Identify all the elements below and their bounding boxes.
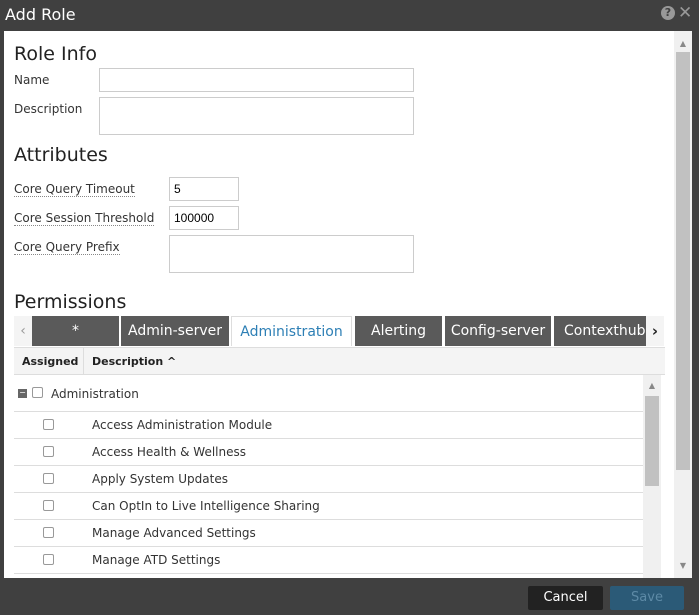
attributes-heading: Attributes <box>14 144 108 166</box>
permissions-table-header: Assigned Description ^ <box>14 347 665 375</box>
scroll-up-icon[interactable]: ▲ <box>643 381 661 390</box>
row-checkbox[interactable] <box>43 500 54 511</box>
tab-contexthub[interactable]: Contexthub- <box>554 316 646 346</box>
row-checkbox[interactable] <box>43 527 54 538</box>
row-checkbox[interactable] <box>43 419 54 430</box>
scroll-down-icon[interactable]: ▼ <box>674 561 692 570</box>
core-session-threshold-label: Core Session Threshold <box>14 211 155 226</box>
row-checkbox[interactable] <box>43 446 54 457</box>
table-row: Can OptIn to Live Intelligence Sharing <box>14 493 643 520</box>
core-session-threshold-input[interactable] <box>169 206 239 230</box>
core-query-timeout-label: Core Query Timeout <box>14 182 135 197</box>
row-label: Can OptIn to Live Intelligence Sharing <box>92 499 320 513</box>
row-label: Manage Advanced Settings <box>92 526 256 540</box>
table-row: Apply System Updates <box>14 466 643 493</box>
table-row: Access Health & Wellness <box>14 439 643 466</box>
group-row: − Administration <box>14 375 643 412</box>
table-row: Access Administration Module <box>14 412 643 439</box>
row-checkbox[interactable] <box>43 554 54 565</box>
description-label: Description <box>14 102 83 116</box>
group-label: Administration <box>51 387 139 401</box>
tab-admin-server[interactable]: Admin-server <box>121 316 229 346</box>
group-checkbox[interactable] <box>32 387 43 398</box>
table-row: Manage Advanced Settings <box>14 520 643 547</box>
save-button[interactable]: Save <box>610 586 684 610</box>
column-assigned[interactable]: Assigned <box>14 348 84 374</box>
core-query-prefix-label: Core Query Prefix <box>14 240 120 255</box>
dialog-scroll-thumb[interactable] <box>676 52 690 470</box>
row-label: Access Administration Module <box>92 418 273 432</box>
collapse-icon[interactable]: − <box>18 389 27 398</box>
dialog-content: Role Info Name Description Attributes Co… <box>4 31 674 578</box>
row-label: Manage ATD Settings <box>92 553 221 567</box>
dialog-title: Add Role <box>5 5 76 24</box>
row-label: Access Health & Wellness <box>92 445 246 459</box>
tab-scroll-right-icon[interactable]: › <box>646 316 664 346</box>
permissions-heading: Permissions <box>14 291 127 313</box>
tab-scroll-left-icon[interactable]: ‹ <box>14 316 32 346</box>
help-icon[interactable]: ? <box>661 6 675 20</box>
row-checkbox[interactable] <box>43 473 54 484</box>
column-description[interactable]: Description ^ <box>92 355 176 368</box>
scroll-up-icon[interactable]: ▲ <box>674 39 692 48</box>
core-query-timeout-input[interactable] <box>169 177 239 201</box>
name-label: Name <box>14 73 50 87</box>
tab-config-server[interactable]: Config-server <box>445 316 551 346</box>
description-input[interactable] <box>99 97 414 135</box>
table-scroll-thumb[interactable] <box>645 396 659 486</box>
role-info-heading: Role Info <box>14 43 97 65</box>
cancel-button[interactable]: Cancel <box>528 586 603 610</box>
tab-star[interactable]: * <box>32 316 119 346</box>
tab-administration[interactable]: Administration <box>231 316 352 346</box>
core-query-prefix-input[interactable] <box>169 235 414 273</box>
row-label: Apply System Updates <box>92 472 228 486</box>
table-row: Manage ATD Settings <box>14 547 643 574</box>
name-input[interactable] <box>99 68 414 92</box>
tab-alerting[interactable]: Alerting <box>355 316 442 346</box>
close-icon[interactable]: ✕ <box>678 3 692 23</box>
